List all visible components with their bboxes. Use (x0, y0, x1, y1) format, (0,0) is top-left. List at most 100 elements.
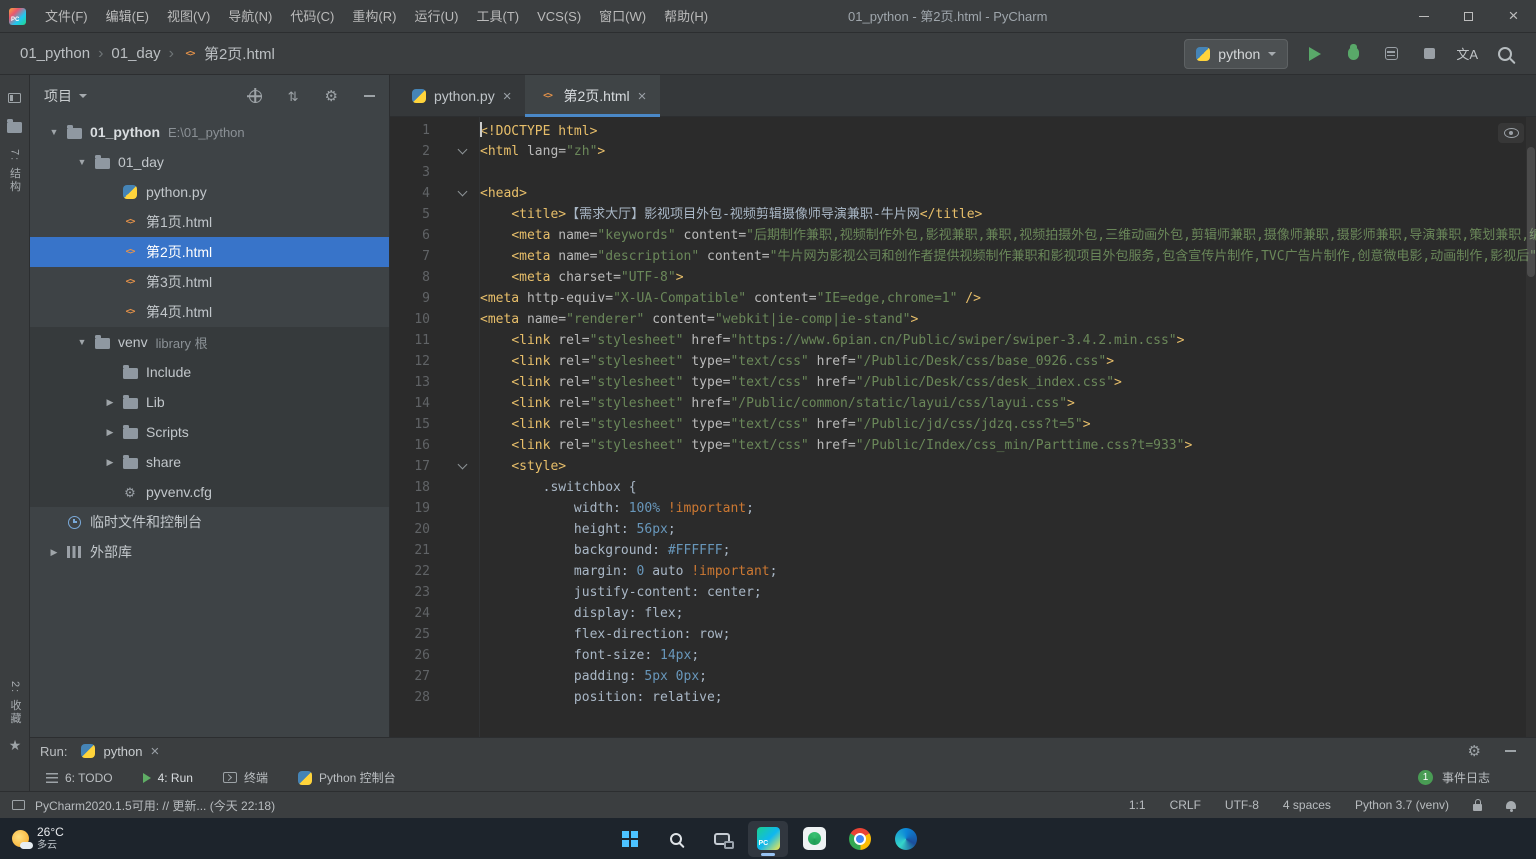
project-panel-title[interactable]: 项目 (44, 86, 72, 106)
menu-item[interactable]: 编辑(E) (97, 0, 158, 33)
menu-item[interactable]: 文件(F) (36, 0, 97, 33)
close-icon[interactable] (151, 744, 160, 759)
status-message[interactable]: PyCharm2020.1.5可用: // 更新... (今天 22:18) (35, 797, 275, 814)
code-line[interactable]: 25 flex-direction: row; (390, 624, 1536, 645)
run-config-tab[interactable]: python (81, 744, 159, 759)
taskbar-search-button[interactable] (656, 821, 696, 857)
inspections-widget[interactable] (1498, 123, 1524, 143)
minimize-button[interactable] (1401, 0, 1446, 33)
code-line[interactable]: 22 margin: 0 auto !important; (390, 561, 1536, 582)
code-line[interactable]: 7 <meta name="description" content="牛片网为… (390, 246, 1536, 267)
tree-item[interactable]: 临时文件和控制台 (30, 507, 389, 537)
breadcrumb-item[interactable]: 01_day (111, 45, 160, 62)
code-line[interactable]: 17 <style> (390, 456, 1536, 477)
expanded-arrow-icon[interactable]: ▼ (44, 127, 64, 137)
tool-window-button[interactable]: Python 控制台 (297, 769, 396, 786)
tree-item[interactable]: 第3页.html (30, 267, 389, 297)
code-line[interactable]: 10 <meta name="renderer" content="webkit|… (390, 309, 1536, 330)
lock-icon[interactable] (1473, 798, 1482, 811)
tool-window-button[interactable]: 6: TODO (46, 771, 113, 785)
breadcrumb-item[interactable]: 01_python (20, 45, 90, 62)
collapsed-arrow-icon[interactable]: ▶ (100, 397, 120, 408)
menu-item[interactable]: 视图(V) (158, 0, 219, 33)
menu-item[interactable]: 导航(N) (219, 0, 281, 33)
taskbar-edge-button[interactable] (886, 821, 926, 857)
code-line[interactable]: 23 justify-content: center; (390, 582, 1536, 603)
maximize-button[interactable] (1446, 0, 1491, 33)
code-line[interactable]: 3 (390, 162, 1536, 183)
menu-item[interactable]: VCS(S) (528, 0, 590, 33)
tree-item[interactable]: pyvenv.cfg (30, 477, 389, 507)
stop-button[interactable] (1418, 43, 1440, 65)
file-encoding[interactable]: UTF-8 (1225, 798, 1259, 812)
collapse-all-button[interactable] (288, 88, 299, 105)
tree-item[interactable]: 第1页.html (30, 207, 389, 237)
tree-item[interactable]: python.py (30, 177, 389, 207)
expanded-arrow-icon[interactable]: ▼ (72, 157, 92, 167)
structure-tool-button[interactable]: 7: 结构 (7, 149, 23, 193)
close-tab-icon[interactable] (503, 88, 512, 104)
notifications-icon[interactable] (1506, 801, 1516, 812)
code-line[interactable]: 21 background: #FFFFFF; (390, 540, 1536, 561)
locate-file-button[interactable] (248, 89, 262, 103)
code-line[interactable]: 20 height: 56px; (390, 519, 1536, 540)
collapsed-arrow-icon[interactable]: ▶ (44, 547, 64, 558)
event-log-button[interactable]: 1 事件日志 (1417, 769, 1520, 786)
search-everywhere-button[interactable] (1494, 43, 1516, 65)
collapsed-arrow-icon[interactable]: ▶ (100, 427, 120, 438)
taskbar-app-green-button[interactable] (794, 821, 834, 857)
code-line[interactable]: 26 font-size: 14px; (390, 645, 1536, 666)
editor-scrollbar[interactable] (1526, 117, 1536, 737)
taskbar-task-view-button[interactable] (702, 821, 742, 857)
tool-window-button[interactable]: 4: Run (142, 771, 193, 785)
project-tool-window-icon[interactable] (8, 93, 21, 103)
python-interpreter[interactable]: Python 3.7 (venv) (1355, 798, 1449, 812)
scrollbar-thumb[interactable] (1527, 147, 1535, 277)
run-button[interactable] (1304, 43, 1326, 65)
folder-tool-icon[interactable] (7, 119, 22, 133)
fold-marker-icon[interactable] (457, 459, 468, 470)
settings-gear-icon[interactable] (325, 88, 338, 104)
breadcrumb-item[interactable]: 第2页.html (182, 43, 275, 64)
code-line[interactable]: 19 width: 100% !important; (390, 498, 1536, 519)
hide-panel-icon[interactable] (1505, 750, 1516, 752)
weather-widget[interactable]: 26°C 多云 (12, 818, 64, 859)
menu-item[interactable]: 运行(U) (405, 0, 467, 33)
settings-gear-icon[interactable] (1468, 744, 1481, 759)
indent-style[interactable]: 4 spaces (1283, 798, 1331, 812)
code-line[interactable]: 6 <meta name="keywords" content="后期制作兼职,… (390, 225, 1536, 246)
tool-window-toggle-icon[interactable] (12, 800, 25, 810)
tree-item[interactable]: 第2页.html (30, 237, 389, 267)
code-line[interactable]: 5 <title>【需求大厅】影视项目外包-视频剪辑摄像师导演兼职-牛片网</t… (390, 204, 1536, 225)
code-editor[interactable]: 1 <!DOCTYPE html> 2 <html lang="zh"> 3 4 <head… (390, 117, 1536, 737)
code-line[interactable]: 14 <link rel="stylesheet" href="/Public/… (390, 393, 1536, 414)
favorites-star-icon[interactable] (9, 737, 22, 755)
tree-item[interactable]: ▼ 01_day (30, 147, 389, 177)
tree-item[interactable]: Include (30, 357, 389, 387)
menu-item[interactable]: 窗口(W) (590, 0, 655, 33)
tree-item[interactable]: ▼ 01_python E:\01_python (30, 117, 389, 147)
collapsed-arrow-icon[interactable]: ▶ (100, 457, 120, 468)
taskbar-pycharm-button[interactable] (748, 820, 788, 857)
code-line[interactable]: 12 <link rel="stylesheet" type="text/css… (390, 351, 1536, 372)
editor-tab[interactable]: 第2页.html (525, 75, 661, 117)
debug-button[interactable] (1342, 43, 1364, 65)
code-line[interactable]: 24 display: flex; (390, 603, 1536, 624)
code-line[interactable]: 13 <link rel="stylesheet" type="text/css… (390, 372, 1536, 393)
close-tab-icon[interactable] (638, 88, 647, 104)
tree-item[interactable]: 第4页.html (30, 297, 389, 327)
fold-marker-icon[interactable] (457, 144, 468, 155)
close-button[interactable] (1491, 0, 1536, 33)
favorites-tool-button[interactable]: 2: 收藏 (7, 681, 23, 725)
code-line[interactable]: 4 <head> (390, 183, 1536, 204)
translate-button[interactable]: 文A (1456, 43, 1478, 65)
tree-item[interactable]: ▶ Lib (30, 387, 389, 417)
tree-item[interactable]: ▶ share (30, 447, 389, 477)
code-line[interactable]: 16 <link rel="stylesheet" type="text/css… (390, 435, 1536, 456)
taskbar-start-button[interactable] (610, 821, 650, 857)
code-line[interactable]: 28 position: relative; (390, 687, 1536, 705)
tool-window-button[interactable]: 终端 (222, 769, 268, 786)
line-separator[interactable]: CRLF (1170, 798, 1201, 812)
caret-position[interactable]: 1:1 (1129, 798, 1146, 812)
code-line[interactable]: 27 padding: 5px 0px; (390, 666, 1536, 687)
